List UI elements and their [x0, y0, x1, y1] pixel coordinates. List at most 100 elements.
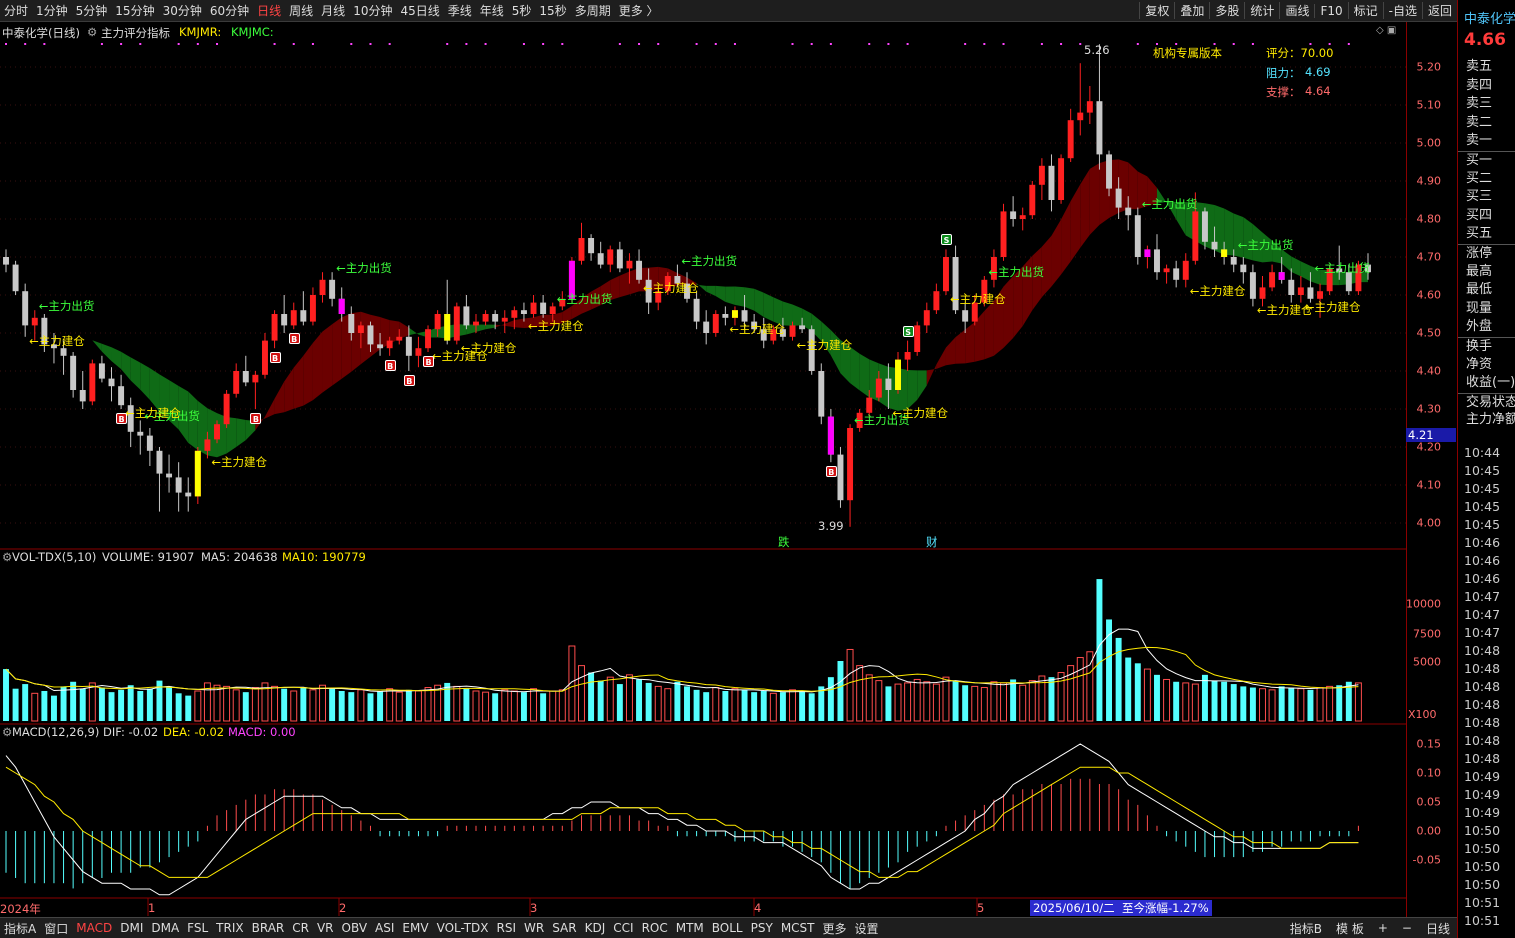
- bottom-button[interactable]: 模 板: [1329, 920, 1371, 937]
- volume-bar: [127, 685, 134, 721]
- bottom-button[interactable]: 日线: [1419, 920, 1457, 937]
- side-row[interactable]: 交易状态: [1458, 392, 1515, 412]
- volume-bar: [837, 661, 844, 721]
- indicator-tab[interactable]: ROC: [638, 921, 672, 935]
- indicator-tab[interactable]: ASI: [371, 921, 398, 935]
- period-tab[interactable]: 45日线: [396, 2, 443, 19]
- indicator-tab[interactable]: 窗口: [40, 920, 72, 937]
- period-tab[interactable]: 季线: [444, 2, 476, 19]
- candle-body: [1307, 287, 1314, 299]
- side-row[interactable]: 主力净额: [1458, 411, 1515, 430]
- ma-ribbon: [53, 315, 64, 322]
- toolbar-button[interactable]: 画线: [1279, 2, 1314, 19]
- volume-bar: [242, 692, 249, 721]
- kmj-dot: [369, 43, 372, 45]
- bottom-button[interactable]: −: [1395, 921, 1419, 935]
- toolbar-button[interactable]: 叠加: [1174, 2, 1209, 19]
- toolbar-button[interactable]: 多股: [1209, 2, 1244, 19]
- period-tab[interactable]: 年线: [476, 2, 508, 19]
- side-row[interactable]: 外盘: [1458, 318, 1515, 337]
- side-row[interactable]: 净资: [1458, 356, 1515, 375]
- toolbar-button[interactable]: 统计: [1244, 2, 1279, 19]
- indicator-tab[interactable]: CCI: [609, 921, 637, 935]
- candle-body: [578, 238, 585, 261]
- kmj-dot: [1040, 43, 1043, 45]
- toolbar-button[interactable]: F10: [1314, 3, 1347, 18]
- period-tab[interactable]: 5秒: [508, 2, 536, 19]
- candle-body: [415, 348, 422, 356]
- side-row[interactable]: 卖五: [1458, 58, 1515, 77]
- indicator-tab[interactable]: SAR: [548, 921, 580, 935]
- bottom-button[interactable]: +: [1371, 921, 1395, 935]
- side-row[interactable]: 现量: [1458, 300, 1515, 319]
- period-tab[interactable]: 日线: [253, 2, 285, 19]
- panel-options-icon[interactable]: ◇ ▣: [1376, 25, 1396, 36]
- toolbar-button[interactable]: -自选: [1382, 2, 1422, 19]
- period-tab[interactable]: 多周期: [571, 2, 615, 19]
- ma-ribbon: [1003, 276, 1014, 348]
- side-row[interactable]: 换手: [1458, 336, 1515, 356]
- indicator-tab[interactable]: KDJ: [581, 921, 610, 935]
- period-tab[interactable]: 1分钟: [32, 2, 72, 19]
- indicator-tab[interactable]: MCST: [777, 921, 819, 935]
- side-row[interactable]: 买五: [1458, 225, 1515, 244]
- period-tab[interactable]: 15秒: [535, 2, 570, 19]
- toolbar-button[interactable]: 标记: [1347, 2, 1383, 19]
- indicator-tab[interactable]: EMV: [398, 921, 432, 935]
- side-row[interactable]: 卖三: [1458, 95, 1515, 114]
- period-tab[interactable]: 分时: [0, 2, 32, 19]
- indicator-tab[interactable]: BOLL: [708, 921, 747, 935]
- side-row[interactable]: 卖二: [1458, 114, 1515, 133]
- indicator-tab[interactable]: MACD: [72, 921, 116, 935]
- candle-body: [636, 260, 643, 280]
- side-row[interactable]: 买四: [1458, 207, 1515, 226]
- toolbar-button[interactable]: 复权: [1139, 2, 1174, 19]
- indicator-tab[interactable]: DMA: [147, 921, 183, 935]
- indicator-tab[interactable]: 更多: [819, 920, 851, 937]
- side-row[interactable]: 买一: [1458, 150, 1515, 170]
- vol-gear-icon[interactable]: ⚙: [2, 550, 12, 564]
- indicator-tab[interactable]: TRIX: [212, 921, 247, 935]
- side-row[interactable]: 最低: [1458, 281, 1515, 300]
- indicator-tab[interactable]: DMI: [116, 921, 147, 935]
- indicator-tab[interactable]: PSY: [747, 921, 777, 935]
- volume-bar: [1019, 684, 1027, 722]
- period-tab[interactable]: 15分钟: [111, 2, 158, 19]
- indicator-tab[interactable]: VOL-TDX: [433, 921, 493, 935]
- indicator-tab[interactable]: 设置: [851, 920, 883, 937]
- period-tab[interactable]: 5分钟: [72, 2, 112, 19]
- sell-signal-label: ←主力出货: [988, 265, 1044, 279]
- indicator-tab[interactable]: RSI: [493, 921, 521, 935]
- side-row[interactable]: 涨停: [1458, 243, 1515, 263]
- side-row[interactable]: 卖一: [1458, 132, 1515, 151]
- tick-time: 10:45: [1464, 481, 1501, 496]
- period-tab[interactable]: 月线: [317, 2, 349, 19]
- side-row[interactable]: 收益(一): [1458, 374, 1515, 393]
- period-tab[interactable]: 30分钟: [159, 2, 206, 19]
- indicator-tab[interactable]: 指标A: [0, 920, 40, 937]
- indicator-tab[interactable]: WR: [520, 921, 548, 935]
- side-row[interactable]: 买二: [1458, 170, 1515, 189]
- side-row[interactable]: 买三: [1458, 188, 1515, 207]
- candle-body: [1192, 211, 1199, 261]
- indicator-tab[interactable]: MTM: [672, 921, 708, 935]
- period-tab[interactable]: 10分钟: [349, 2, 396, 19]
- indicator-tab[interactable]: CR: [288, 921, 313, 935]
- buy-marker-icon: B: [250, 413, 262, 424]
- indicator-tab[interactable]: FSL: [183, 921, 212, 935]
- period-tab[interactable]: 60分钟: [206, 2, 253, 19]
- toolbar-button[interactable]: 返回: [1421, 2, 1457, 19]
- volume-bar: [146, 688, 153, 721]
- settings-gear-icon[interactable]: ⚙: [87, 25, 97, 39]
- indicator-tab[interactable]: OBV: [338, 921, 372, 935]
- price-tick: 4.80: [1416, 212, 1442, 226]
- period-tab[interactable]: 周线: [285, 2, 317, 19]
- indicator-tab[interactable]: VR: [313, 921, 338, 935]
- candle-body: [367, 325, 374, 345]
- macd-gear-icon[interactable]: ⚙: [2, 725, 12, 739]
- side-row[interactable]: 最高: [1458, 263, 1515, 282]
- indicator-tab[interactable]: BRAR: [248, 921, 289, 935]
- side-row[interactable]: 卖四: [1458, 77, 1515, 96]
- period-tab[interactable]: 更多 〉: [615, 2, 663, 19]
- bottom-button[interactable]: 指标B: [1283, 920, 1329, 937]
